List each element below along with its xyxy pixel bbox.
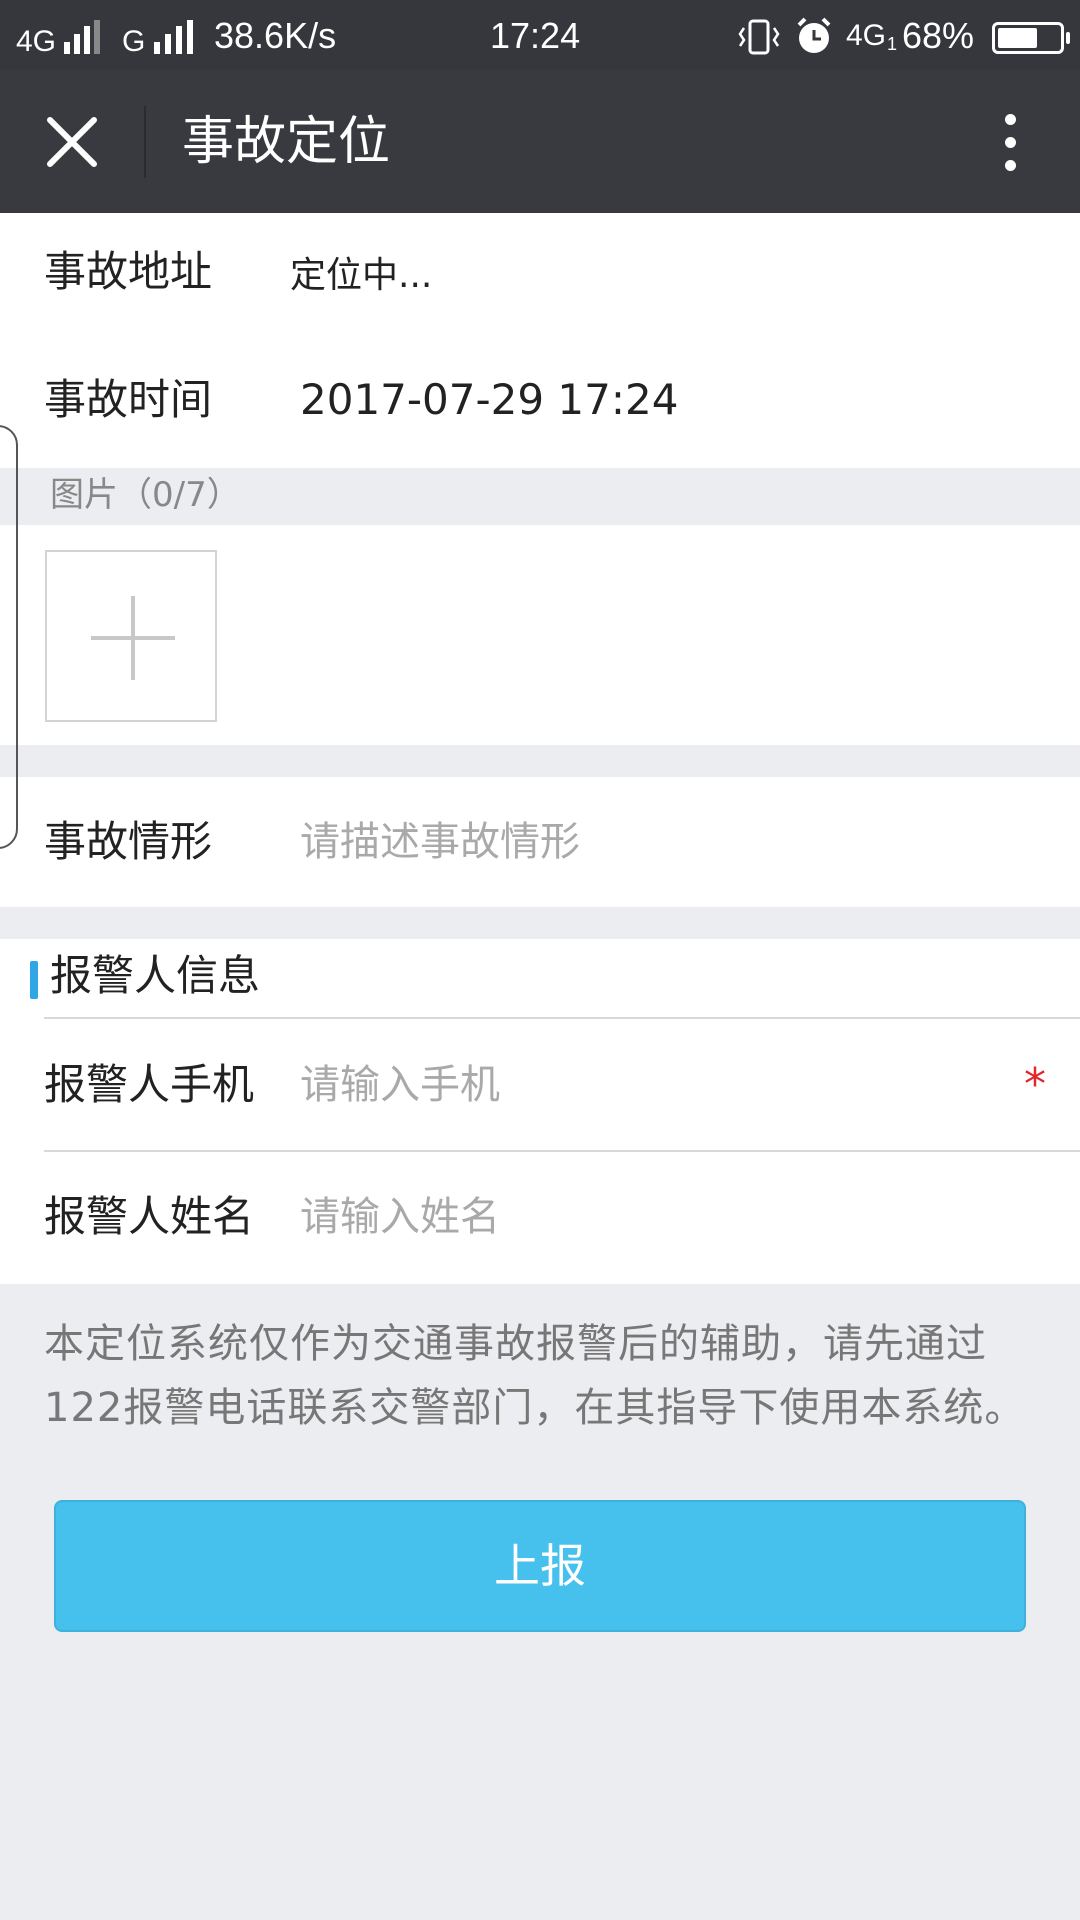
title-divider bbox=[144, 106, 146, 178]
page-title: 事故定位 bbox=[182, 112, 391, 172]
phone-input[interactable]: 请输入手机 bbox=[300, 1060, 500, 1110]
accident-info-panel: 事故地址 定位中... 事故时间 2017-07-29 17:24 bbox=[0, 213, 1080, 468]
status-bar: 4G G 38.6K/s 17:24 4G 1 68% bbox=[0, 0, 1080, 70]
notice-text: 本定位系统仅作为交通事故报警后的辅助，请先通过122报警电话联系交警部门，在其指… bbox=[44, 1321, 1026, 1431]
network-type-2: G bbox=[122, 25, 146, 58]
network-speed: 38.6K/s bbox=[214, 15, 337, 56]
time-value[interactable]: 2017-07-29 17:24 bbox=[300, 375, 678, 425]
battery-icon bbox=[992, 22, 1070, 54]
situation-panel: 事故情形 请描述事故情形 bbox=[0, 777, 1080, 907]
close-icon bbox=[47, 117, 97, 167]
clock: 17:24 bbox=[490, 15, 581, 56]
divider bbox=[44, 1150, 1080, 1152]
signal-icon bbox=[154, 20, 198, 54]
add-photo-button[interactable] bbox=[45, 550, 217, 722]
phone-label: 报警人手机 bbox=[44, 1060, 255, 1109]
required-mark: * bbox=[1024, 1059, 1046, 1110]
photos-title: 图片（0/7） bbox=[50, 475, 241, 515]
title-bar: 事故定位 bbox=[0, 70, 1080, 213]
more-button[interactable] bbox=[980, 106, 1040, 178]
network-type-1: 4G bbox=[16, 25, 57, 58]
battery-percent: 68% bbox=[902, 15, 975, 56]
sim-index: 1 bbox=[887, 34, 898, 54]
submit-button[interactable]: 上报 bbox=[54, 1500, 1026, 1632]
alarm-icon bbox=[797, 17, 831, 53]
signal-icon bbox=[64, 20, 104, 54]
time-label: 事故时间 bbox=[44, 375, 213, 424]
divider bbox=[44, 1017, 1080, 1019]
edge-swipe-handle[interactable] bbox=[0, 425, 18, 849]
section-accent bbox=[30, 961, 38, 999]
vibrate-icon bbox=[738, 19, 780, 55]
name-input[interactable]: 请输入姓名 bbox=[300, 1192, 500, 1242]
address-label: 事故地址 bbox=[44, 247, 213, 296]
more-vertical-icon bbox=[1005, 114, 1016, 125]
address-value[interactable]: 定位中... bbox=[290, 251, 432, 301]
name-label: 报警人姓名 bbox=[44, 1192, 255, 1241]
close-button[interactable] bbox=[30, 100, 114, 184]
situation-input[interactable]: 请描述事故情形 bbox=[300, 817, 580, 867]
situation-label: 事故情形 bbox=[44, 817, 213, 866]
reporter-section-title: 报警人信息 bbox=[50, 951, 261, 1000]
network-type-3: 4G bbox=[846, 19, 887, 52]
